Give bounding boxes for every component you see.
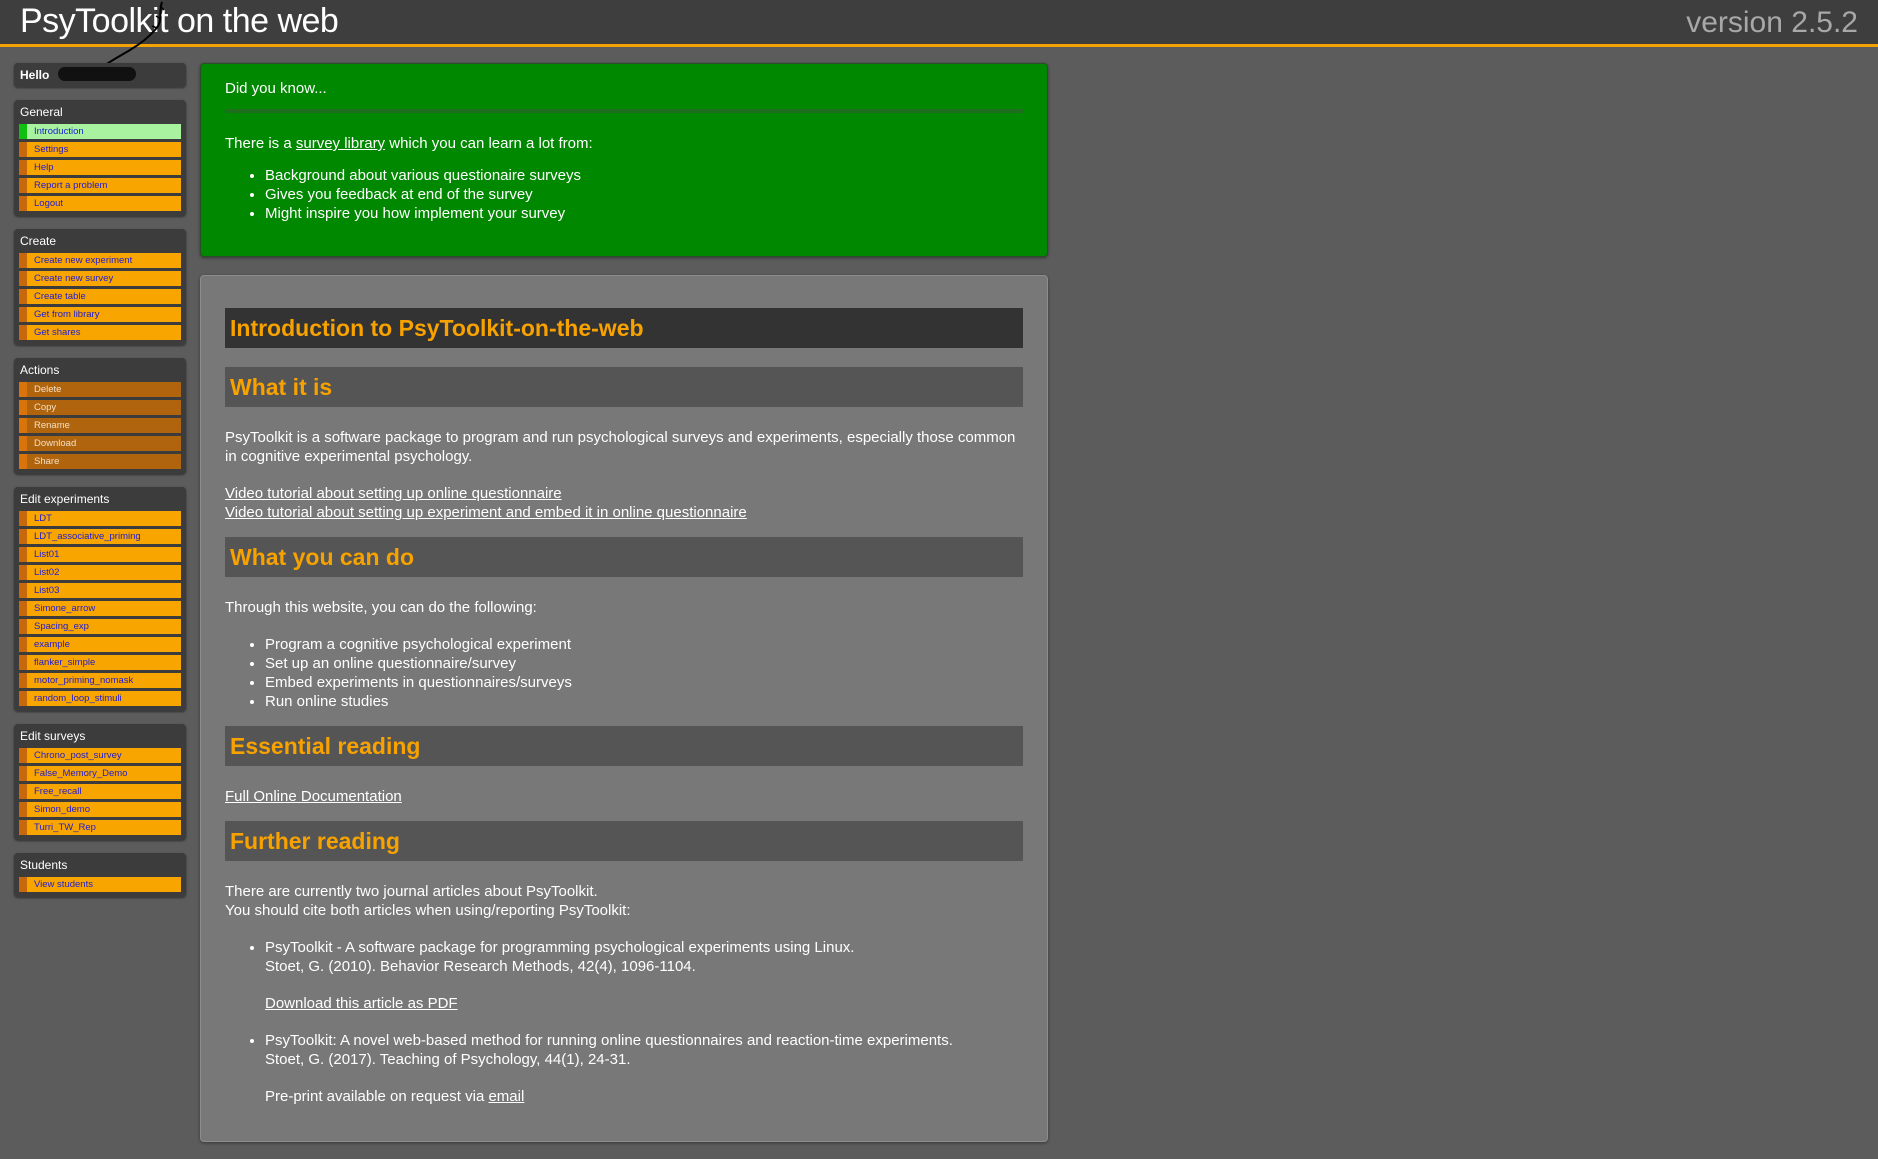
- experiment-item[interactable]: List03: [19, 583, 181, 598]
- preprint-text: Pre-print available on request via: [265, 1088, 489, 1105]
- full-documentation-link[interactable]: Full Online Documentation: [225, 788, 402, 805]
- section-heading-what-you-can-do: What you can do: [225, 537, 1023, 577]
- article-1-title: PsyToolkit - A software package for prog…: [265, 939, 855, 956]
- tip-title: Did you know...: [225, 80, 327, 97]
- menu-edit-surveys: Edit surveys Chrono_post_survey False_Me…: [14, 724, 186, 840]
- menu-actions: Actions Delete Copy Rename Download Shar…: [14, 358, 186, 474]
- section-heading-further-reading: Further reading: [225, 821, 1023, 861]
- article-2-citation: Stoet, G. (2017). Teaching of Psychology…: [265, 1051, 631, 1068]
- video-tutorial-questionnaire-link[interactable]: Video tutorial about setting up online q…: [225, 485, 562, 502]
- version-label: version 2.5.2: [1686, 6, 1858, 39]
- further-line-2: You should cite both articles when using…: [225, 902, 631, 919]
- menu-students: Students View students: [14, 853, 186, 897]
- main-content: Introduction to PsyToolkit-on-the-web Wh…: [200, 275, 1048, 1142]
- redacted-username: [58, 67, 136, 81]
- sidebar-item-logout[interactable]: Logout: [19, 196, 181, 211]
- page-title: Introduction to PsyToolkit-on-the-web: [225, 308, 1023, 348]
- download-pdf-link[interactable]: Download this article as PDF: [265, 995, 458, 1012]
- experiment-item[interactable]: motor_priming_nomask: [19, 673, 181, 688]
- list-item: Program a cognitive psychological experi…: [265, 635, 1023, 654]
- article-item: PsyToolkit - A software package for prog…: [265, 938, 1023, 1031]
- list-item: Gives you feedback at end of the survey: [265, 185, 1023, 204]
- what-it-is-text: PsyToolkit is a software package to prog…: [225, 429, 1016, 465]
- further-line-1: There are currently two journal articles…: [225, 883, 598, 900]
- experiment-item[interactable]: random_loop_stimuli: [19, 691, 181, 706]
- sidebar-item-create-survey[interactable]: Create new survey: [19, 271, 181, 286]
- experiment-item[interactable]: List02: [19, 565, 181, 580]
- can-list: Program a cognitive psychological experi…: [225, 635, 1023, 711]
- sidebar-item-create-table[interactable]: Create table: [19, 289, 181, 304]
- list-item: Run online studies: [265, 692, 1023, 711]
- video-links: Video tutorial about setting up online q…: [225, 484, 1023, 522]
- list-item: Might inspire you how implement your sur…: [265, 204, 1023, 223]
- sidebar: Hello General Introduction Settings Help…: [14, 63, 186, 910]
- sidebar-item-create-experiment[interactable]: Create new experiment: [19, 253, 181, 268]
- article-item: PsyToolkit: A novel web-based method for…: [265, 1031, 1023, 1106]
- survey-item[interactable]: Turri_TW_Rep: [19, 820, 181, 835]
- survey-item[interactable]: Simon_demo: [19, 802, 181, 817]
- top-bar: PsyToolkit on the web version 2.5.2: [0, 0, 1878, 67]
- video-tutorial-experiment-link[interactable]: Video tutorial about setting up experime…: [225, 504, 747, 521]
- menu-heading: General: [20, 105, 63, 119]
- tip-text-after: which you can learn a lot from:: [385, 135, 593, 152]
- menu-heading: Actions: [20, 363, 60, 377]
- app-title: PsyToolkit on the web: [20, 2, 339, 40]
- sidebar-item-settings[interactable]: Settings: [19, 142, 181, 157]
- survey-library-link[interactable]: survey library: [296, 135, 385, 152]
- article-1-citation: Stoet, G. (2010). Behavior Research Meth…: [265, 958, 696, 975]
- experiment-item[interactable]: Simone_arrow: [19, 601, 181, 616]
- experiment-item[interactable]: LDT: [19, 511, 181, 526]
- survey-item[interactable]: Free_recall: [19, 784, 181, 799]
- email-link[interactable]: email: [488, 1088, 524, 1105]
- menu-general: General Introduction Settings Help Repor…: [14, 100, 186, 216]
- did-you-know-panel: Did you know... There is a survey librar…: [200, 63, 1048, 257]
- menu-heading: Edit experiments: [20, 492, 110, 506]
- experiment-item[interactable]: LDT_associative_priming: [19, 529, 181, 544]
- sidebar-item-copy[interactable]: Copy: [19, 400, 181, 415]
- sidebar-item-download[interactable]: Download: [19, 436, 181, 451]
- list-item: Background about various questionaire su…: [265, 166, 1023, 185]
- sidebar-item-share[interactable]: Share: [19, 454, 181, 469]
- article-2-title: PsyToolkit: A novel web-based method for…: [265, 1032, 953, 1049]
- hello-label: Hello: [20, 68, 50, 82]
- sidebar-item-help[interactable]: Help: [19, 160, 181, 175]
- list-item: Embed experiments in questionnaires/surv…: [265, 673, 1023, 692]
- menu-heading: Students: [20, 858, 68, 872]
- list-item: Set up an online questionnaire/survey: [265, 654, 1023, 673]
- article-list: PsyToolkit - A software package for prog…: [225, 938, 1023, 1106]
- can-intro-text: Through this website, you can do the fol…: [225, 599, 537, 616]
- survey-item[interactable]: Chrono_post_survey: [19, 748, 181, 763]
- experiment-item[interactable]: Spacing_exp: [19, 619, 181, 634]
- tip-divider: [225, 109, 1023, 113]
- experiment-item[interactable]: example: [19, 637, 181, 652]
- experiment-item[interactable]: flanker_simple: [19, 655, 181, 670]
- menu-heading: Edit surveys: [20, 729, 86, 743]
- sidebar-item-introduction[interactable]: Introduction: [19, 124, 181, 139]
- section-heading-essential-reading: Essential reading: [225, 726, 1023, 766]
- sidebar-item-get-shares[interactable]: Get shares: [19, 325, 181, 340]
- menu-edit-experiments: Edit experiments LDT LDT_associative_pri…: [14, 487, 186, 711]
- menu-create: Create Create new experiment Create new …: [14, 229, 186, 345]
- sidebar-item-get-from-library[interactable]: Get from library: [19, 307, 181, 322]
- hello-box: Hello: [14, 63, 186, 87]
- menu-heading: Create: [20, 234, 57, 248]
- survey-item[interactable]: False_Memory_Demo: [19, 766, 181, 781]
- tip-text: There is a survey library which you can …: [225, 135, 1023, 152]
- section-heading-what-it-is: What it is: [225, 367, 1023, 407]
- sidebar-item-rename[interactable]: Rename: [19, 418, 181, 433]
- experiment-item[interactable]: List01: [19, 547, 181, 562]
- sidebar-item-report-problem[interactable]: Report a problem: [19, 178, 181, 193]
- scribble-mark: [103, 1, 165, 67]
- tip-text-before: There is a: [225, 135, 296, 152]
- tip-list: Background about various questionaire su…: [225, 166, 1023, 223]
- sidebar-item-view-students[interactable]: View students: [19, 877, 181, 892]
- sidebar-item-delete[interactable]: Delete: [19, 382, 181, 397]
- further-text: There are currently two journal articles…: [225, 882, 1023, 920]
